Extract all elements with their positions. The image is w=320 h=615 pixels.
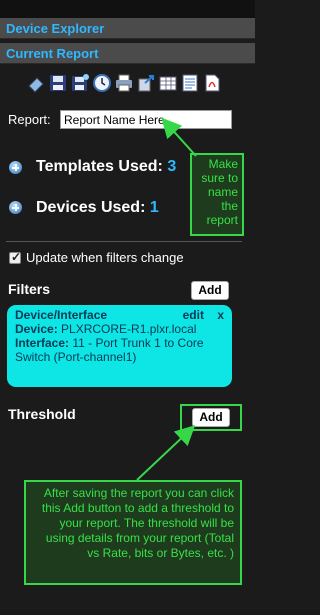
name-callout-arrow <box>161 117 197 157</box>
callout-arrows <box>136 117 197 481</box>
threshold-callout-arrow <box>136 425 196 481</box>
